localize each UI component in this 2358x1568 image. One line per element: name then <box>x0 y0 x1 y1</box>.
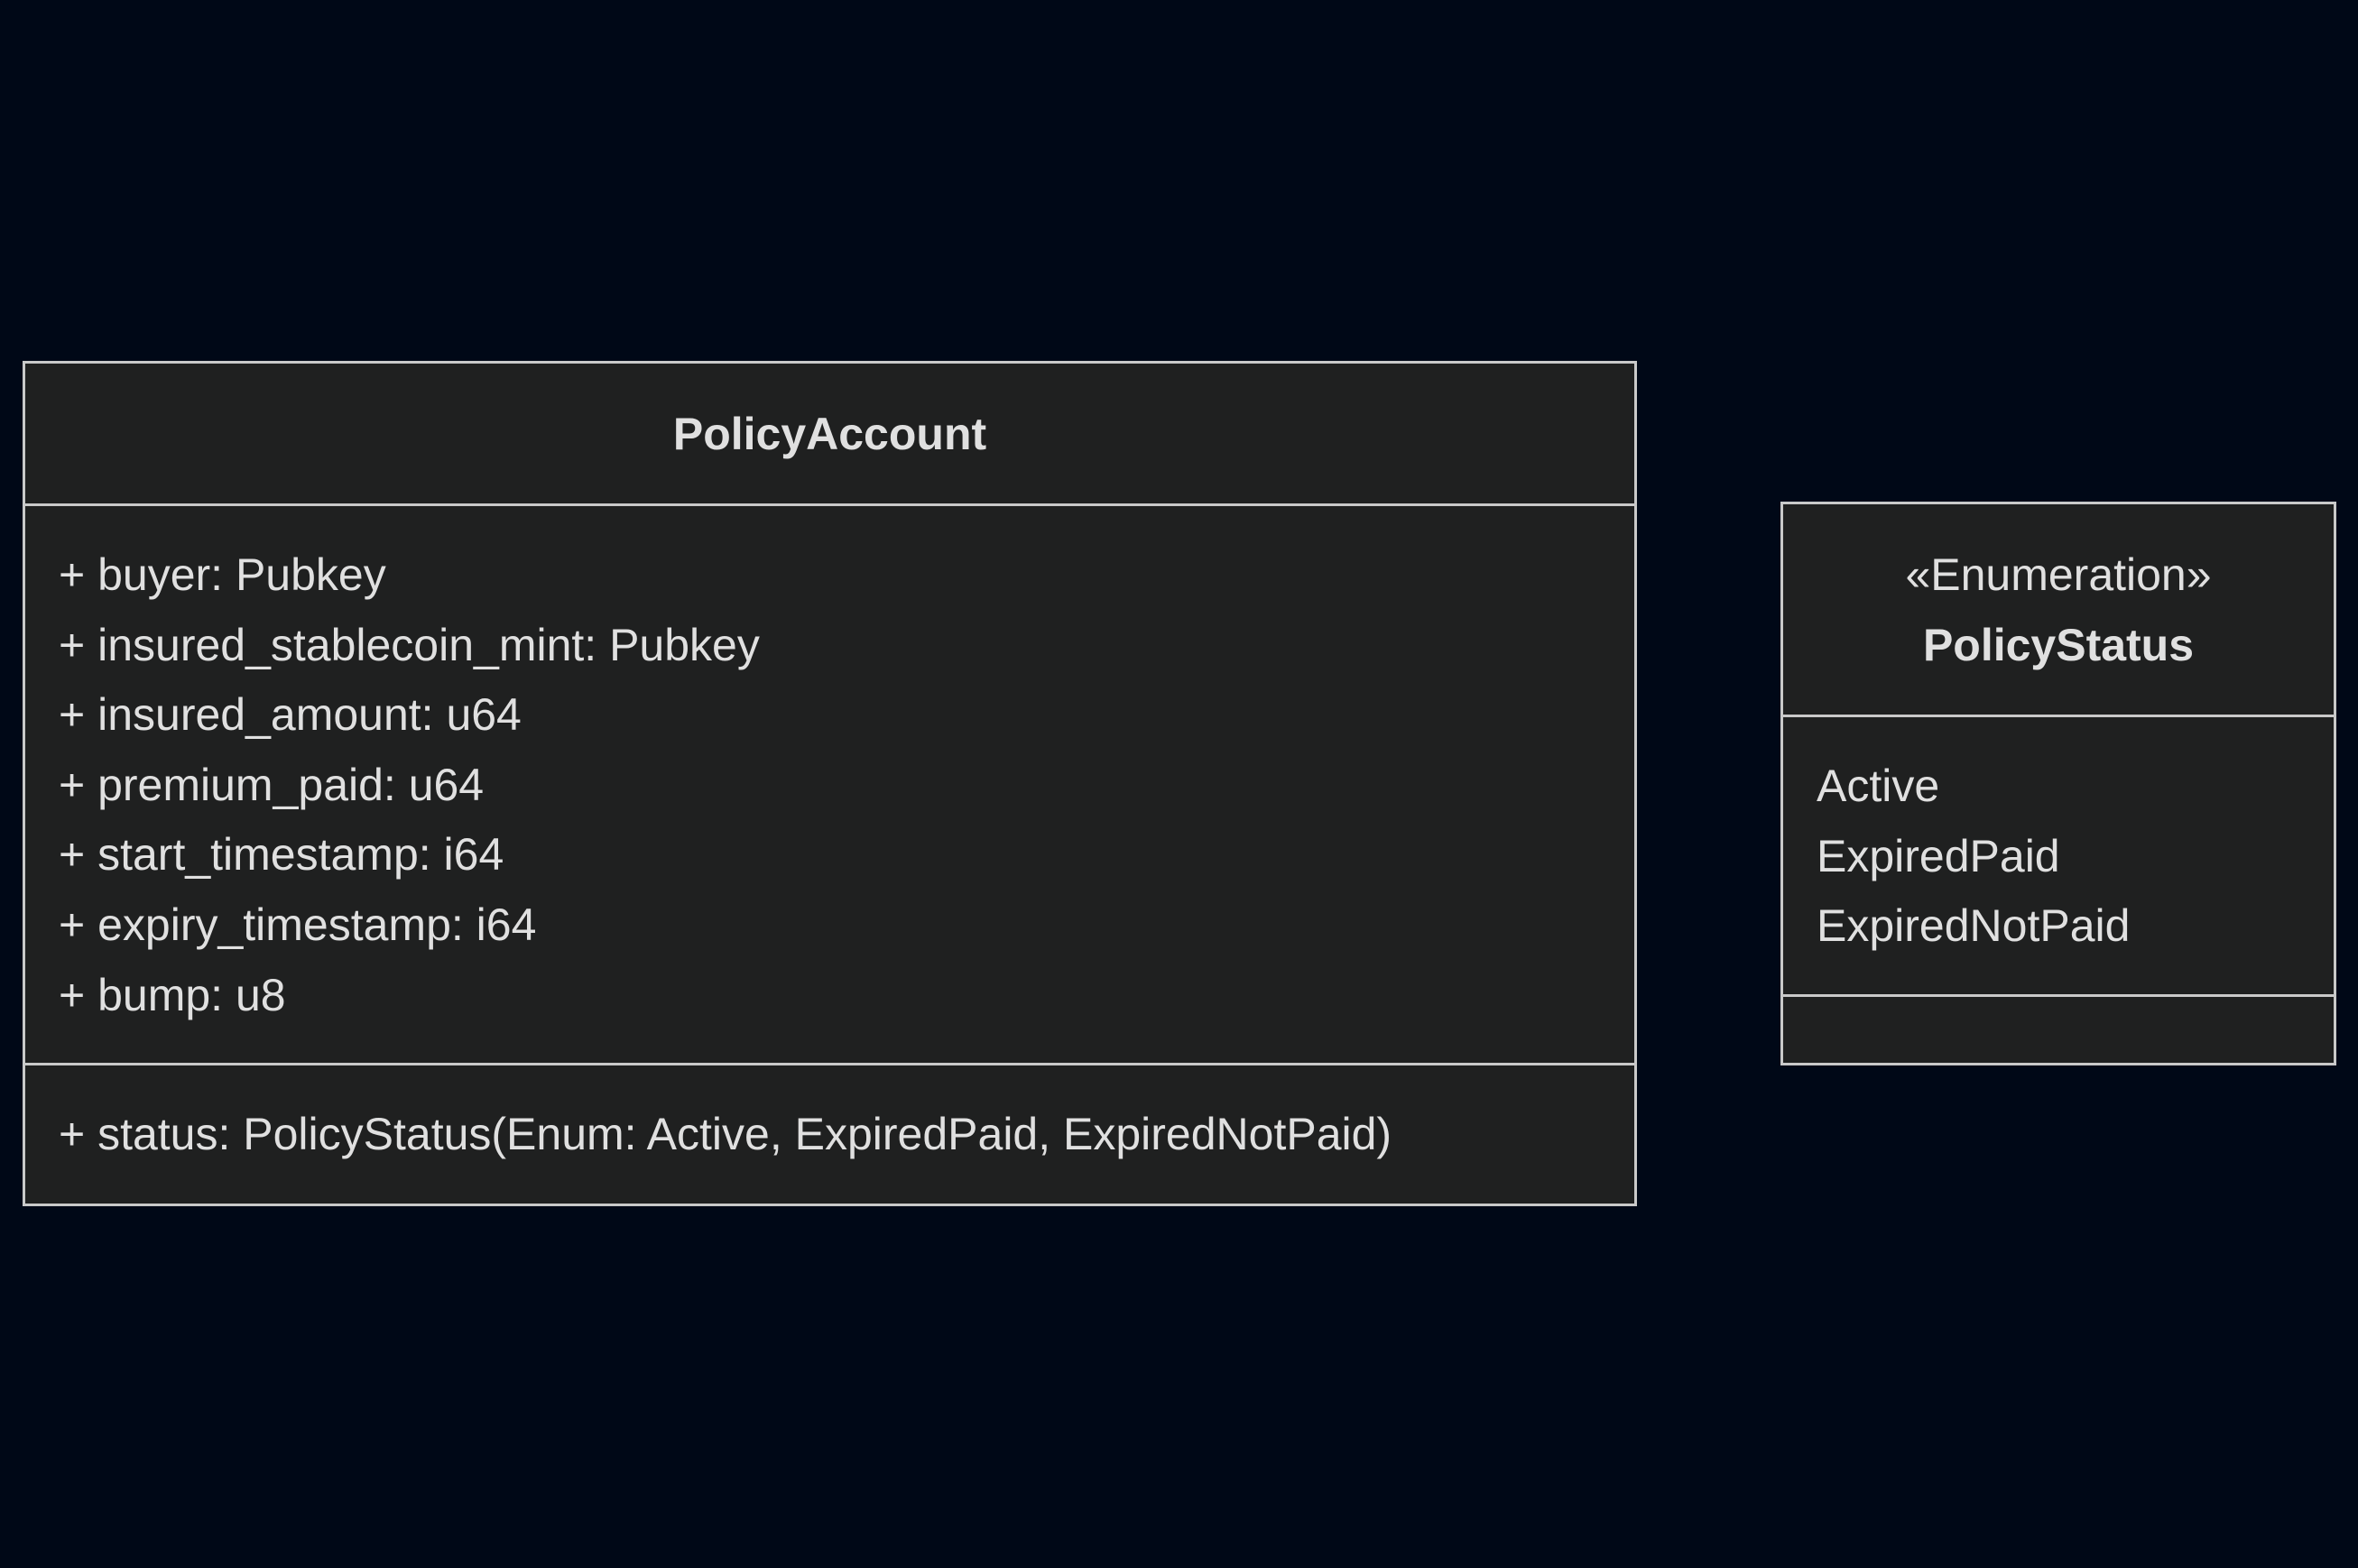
enum-literals-compartment: Active ExpiredPaid ExpiredNotPaid <box>1783 715 2334 994</box>
attribute-premium-paid: + premium_paid: u64 <box>59 759 485 810</box>
attribute-insured-stablecoin-mint: + insured_stablecoin_mint: Pubkey <box>59 619 760 670</box>
class-name: PolicyStatus <box>1922 619 2195 670</box>
attribute-insured-amount: + insured_amount: u64 <box>59 689 522 741</box>
enum-literal-active: Active <box>1817 761 1940 811</box>
attribute-start-timestamp: + start_timestamp: i64 <box>59 829 504 881</box>
member-status: + status: PolicyStatus(Enum: Active, Exp… <box>59 1109 1392 1159</box>
attribute-bump: + bump: u8 <box>59 969 286 1020</box>
class-policy-account[interactable]: PolicyAccount + buyer: Pubkey + insured_… <box>23 361 1637 1206</box>
enum-literal-expired-not-paid: ExpiredNotPaid <box>1817 900 2131 952</box>
attributes-compartment: + buyer: Pubkey + insured_stablecoin_min… <box>25 503 1634 1063</box>
class-header: PolicyAccount <box>25 364 1634 503</box>
class-name: PolicyAccount <box>672 408 987 459</box>
class-policy-status[interactable]: «Enumeration» PolicyStatus Active Expire… <box>1780 502 2336 1065</box>
attribute-expiry-timestamp: + expiry_timestamp: i64 <box>59 899 537 950</box>
stereotype-label: «Enumeration» <box>1905 549 2212 600</box>
enum-literal-expired-paid: ExpiredPaid <box>1817 830 2060 881</box>
operations-compartment: + status: PolicyStatus(Enum: Active, Exp… <box>25 1063 1634 1204</box>
class-header: «Enumeration» PolicyStatus <box>1783 504 2334 715</box>
attribute-buyer: + buyer: Pubkey <box>59 549 386 600</box>
operations-compartment <box>1783 994 2334 1063</box>
